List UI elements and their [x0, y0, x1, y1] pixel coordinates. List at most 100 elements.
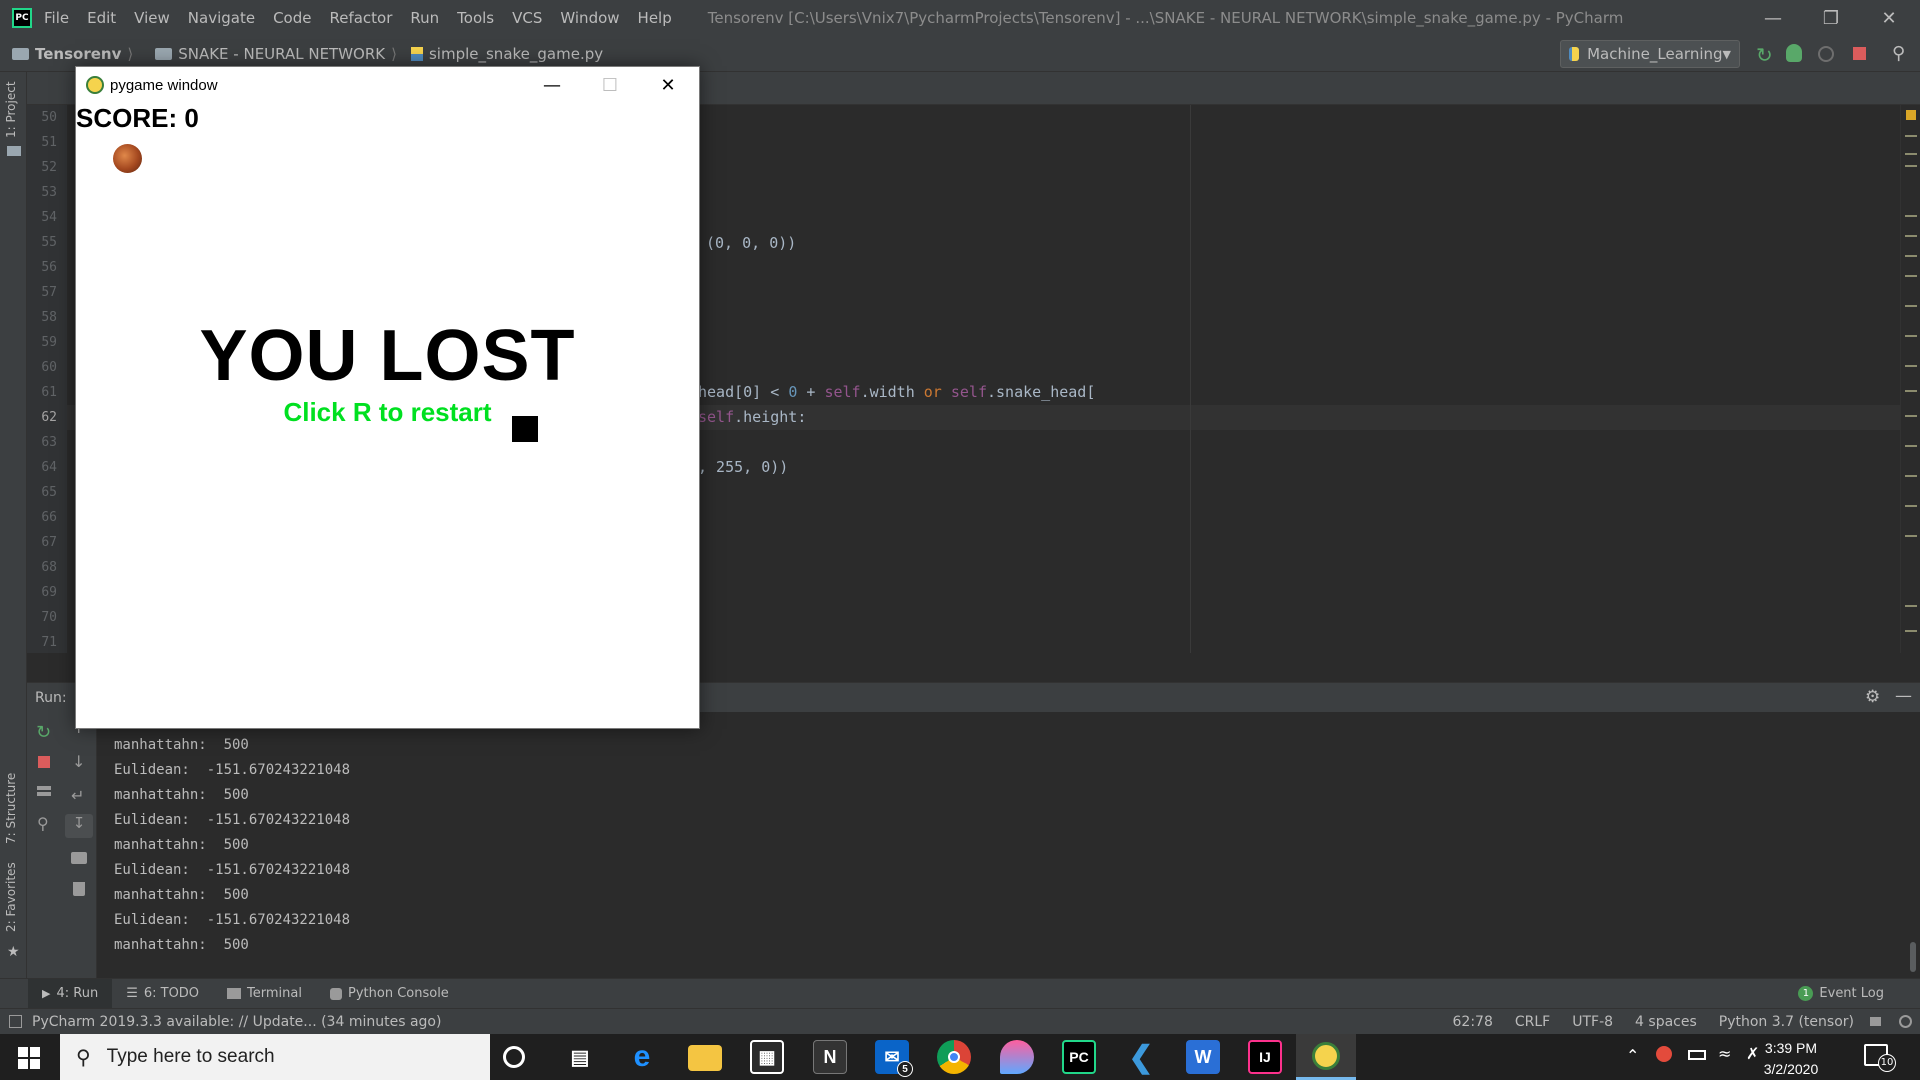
antivirus-icon[interactable] [1656, 1046, 1672, 1062]
intellij-icon[interactable]: IJ [1248, 1040, 1282, 1074]
arrow-down-icon[interactable]: ↓ [72, 752, 85, 771]
maps-pin-icon[interactable] [1000, 1040, 1034, 1074]
file-encoding[interactable]: UTF-8 [1572, 1014, 1613, 1030]
inspector-icon[interactable] [1899, 1015, 1912, 1028]
line-number: 68 [41, 560, 57, 575]
menu-run[interactable]: Run [410, 9, 439, 27]
breadcrumb-file[interactable]: simple_snake_game.py [407, 45, 603, 63]
tool-window-tabs: ▶ 4: Run ☰ 6: TODO Terminal Python Conso… [0, 978, 1920, 1009]
favorites-tool-tab[interactable]: 2: Favorites [4, 862, 18, 932]
notification-center-icon[interactable]: 10 [1864, 1044, 1896, 1072]
lock-icon[interactable] [1870, 1017, 1881, 1026]
left-tool-stripe: 1: Project 7: Structure 2: Favorites ★ [0, 72, 27, 978]
pygame-minimize-button[interactable]: — [523, 67, 581, 103]
breadcrumb-folder[interactable]: SNAKE - NEURAL NETWORK ⟩ [143, 45, 397, 63]
system-clock[interactable]: 3:39 PM 3/2/2020 [1746, 1036, 1836, 1080]
wps-writer-icon[interactable]: W [1186, 1040, 1220, 1074]
line-separator[interactable]: CRLF [1515, 1014, 1550, 1030]
task-view-icon[interactable]: ▤ [563, 1040, 597, 1074]
settings-gear-icon[interactable]: ⚙ [1865, 687, 1880, 707]
windows-start-icon[interactable] [18, 1047, 40, 1069]
main-menu: File Edit View Navigate Code Refactor Ru… [44, 9, 690, 27]
project-folder-icon[interactable] [7, 146, 21, 156]
console-scrollbar[interactable] [1910, 942, 1916, 972]
stop-icon[interactable] [1853, 47, 1866, 60]
notion-icon[interactable]: N [813, 1040, 847, 1074]
indent-setting[interactable]: 4 spaces [1635, 1014, 1697, 1030]
edge-browser-icon[interactable]: e [625, 1040, 659, 1074]
line-number: 52 [41, 160, 57, 175]
tab-run[interactable]: ▶ 4: Run [28, 978, 113, 1009]
wifi-icon[interactable]: ≈ [1718, 1044, 1731, 1063]
restore-button[interactable]: ❐ [1802, 0, 1860, 36]
close-button[interactable]: ✕ [1860, 0, 1918, 36]
play-icon: ▶ [42, 987, 51, 1000]
warning-icon[interactable] [1906, 110, 1916, 120]
cortana-icon[interactable] [503, 1046, 525, 1068]
minimize-button[interactable]: — [1744, 0, 1802, 36]
structure-tool-tab[interactable]: 7: Structure [4, 773, 18, 844]
python-interpreter[interactable]: Python 3.7 (tensor) [1719, 1014, 1854, 1030]
breadcrumb-project[interactable]: Tensorenv ⟩ [0, 45, 133, 63]
pygame-maximize-button[interactable]: ☐ [581, 67, 639, 103]
vscode-icon[interactable]: ❮ [1124, 1040, 1158, 1074]
console-line: Eulidean: -151.670243221048 [114, 812, 351, 828]
pin-icon[interactable]: ⚲ [37, 814, 49, 833]
project-tool-tab[interactable]: 1: Project [4, 81, 18, 138]
debug-icon[interactable] [1786, 44, 1802, 62]
menu-tools[interactable]: Tools [457, 9, 494, 27]
error-stripe[interactable] [1900, 105, 1920, 653]
menu-window[interactable]: Window [560, 9, 619, 27]
status-window-icon[interactable] [9, 1015, 22, 1028]
line-number-current: 62 [41, 410, 57, 425]
rerun-icon[interactable]: ↻ [1756, 43, 1773, 67]
tab-event-log[interactable]: 1 Event Log [1784, 979, 1898, 1009]
layout-icon[interactable] [37, 786, 51, 796]
menu-vcs[interactable]: VCS [512, 9, 542, 27]
caret-position[interactable]: 62:78 [1453, 1014, 1493, 1030]
battery-icon[interactable] [1688, 1050, 1706, 1060]
run-panel-label: Run: [35, 690, 67, 706]
pygame-taskbar-button[interactable] [1296, 1034, 1356, 1080]
line-number: 69 [41, 585, 57, 600]
print-icon[interactable] [71, 852, 87, 864]
tab-terminal[interactable]: Terminal [213, 979, 316, 1009]
chrome-icon[interactable] [937, 1040, 971, 1074]
chevron-up-icon[interactable]: ⌃ [1626, 1046, 1639, 1065]
status-message[interactable]: PyCharm 2019.3.3 available: // Update...… [32, 1014, 441, 1030]
line-number: 50 [41, 110, 57, 125]
hide-panel-icon[interactable]: — [1895, 686, 1912, 706]
scroll-to-end-icon[interactable]: ↧ [65, 814, 93, 838]
menu-view[interactable]: View [134, 9, 170, 27]
menu-refactor[interactable]: Refactor [329, 9, 392, 27]
menu-edit[interactable]: Edit [87, 9, 116, 27]
coverage-icon[interactable] [1818, 46, 1834, 62]
star-icon[interactable]: ★ [7, 944, 20, 960]
line-number: 51 [41, 135, 57, 150]
pygame-window[interactable]: pygame window — ☐ ✕ SCORE: 0 YOU LOST Cl… [75, 66, 700, 729]
menu-help[interactable]: Help [638, 9, 672, 27]
list-icon: ☰ [126, 986, 138, 1001]
game-over-title: YOU LOST [199, 316, 576, 396]
pygame-close-button[interactable]: ✕ [639, 67, 697, 103]
rerun-icon[interactable]: ↻ [36, 722, 51, 743]
search-everywhere-icon[interactable]: ⚲ [1892, 43, 1905, 64]
taskbar-search-input[interactable]: ⚲ Type here to search [60, 1034, 490, 1080]
menu-file[interactable]: File [44, 9, 69, 27]
console-output[interactable]: manhattahn: 500 Eulidean: -151.670243221… [97, 712, 1920, 978]
mail-icon[interactable]: ✉ 5 [875, 1040, 913, 1077]
line-number: 53 [41, 185, 57, 200]
stop-icon[interactable] [38, 756, 50, 768]
menu-code[interactable]: Code [273, 9, 311, 27]
line-number: 70 [41, 610, 57, 625]
store-icon[interactable]: ▦ [750, 1040, 784, 1074]
run-configuration-select[interactable]: Machine_Learning ▼ [1560, 40, 1740, 68]
tab-todo[interactable]: ☰ 6: TODO [112, 979, 213, 1009]
trash-icon[interactable] [73, 882, 85, 896]
breadcrumb-project-label: Tensorenv [35, 44, 122, 63]
soft-wrap-icon[interactable]: ↵ [71, 786, 84, 805]
menu-navigate[interactable]: Navigate [188, 9, 255, 27]
file-explorer-icon[interactable] [688, 1045, 722, 1071]
pycharm-taskbar-icon[interactable]: PC [1062, 1040, 1096, 1074]
tab-python-console[interactable]: Python Console [316, 979, 463, 1009]
